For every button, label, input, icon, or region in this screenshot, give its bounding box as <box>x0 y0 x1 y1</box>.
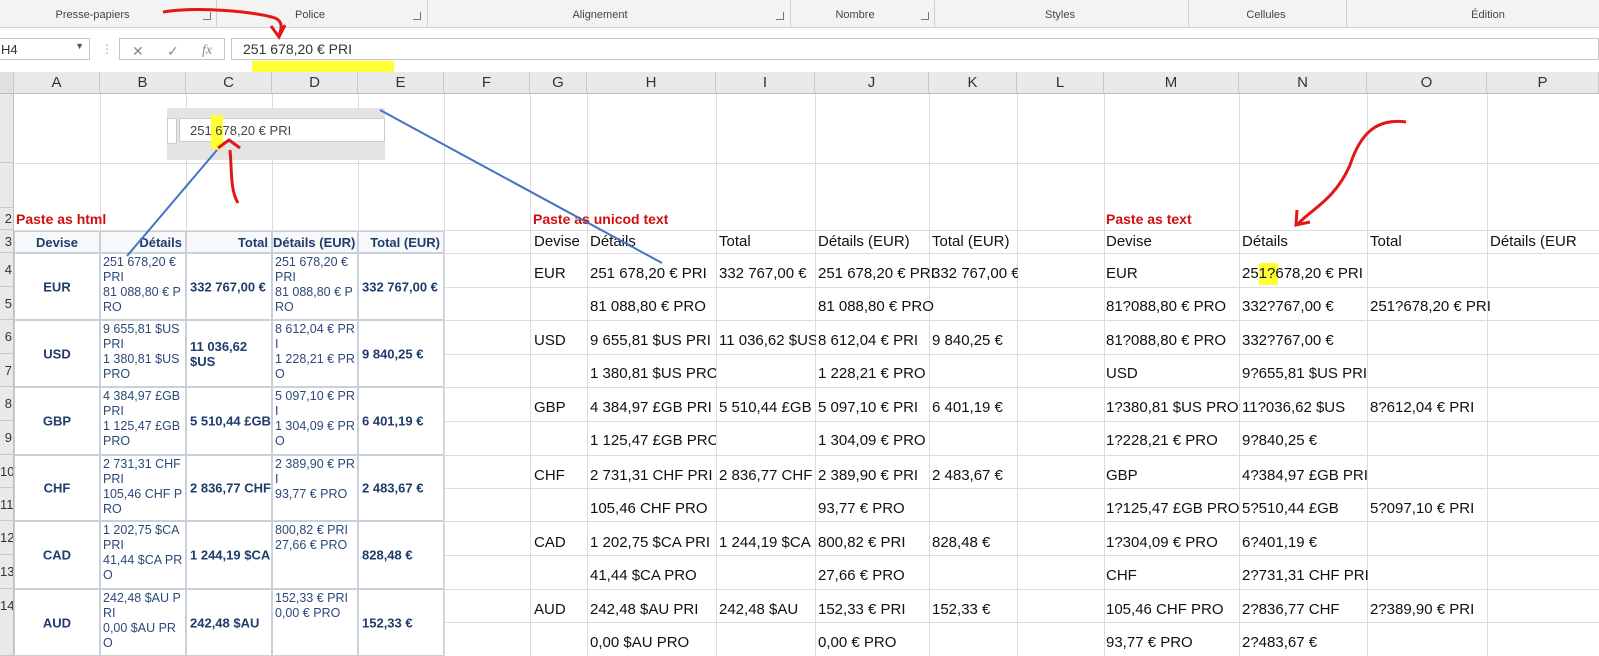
blue-connector-unicode <box>379 109 663 264</box>
annotation-overlay <box>126 8 1407 264</box>
red-arrow-right <box>1296 119 1407 226</box>
red-arrow-inset <box>228 149 240 204</box>
red-arrow-top <box>162 8 283 37</box>
blue-connector-html <box>126 149 218 257</box>
red-arrowhead-inset <box>217 138 241 150</box>
red-arrowhead-top <box>269 24 287 40</box>
